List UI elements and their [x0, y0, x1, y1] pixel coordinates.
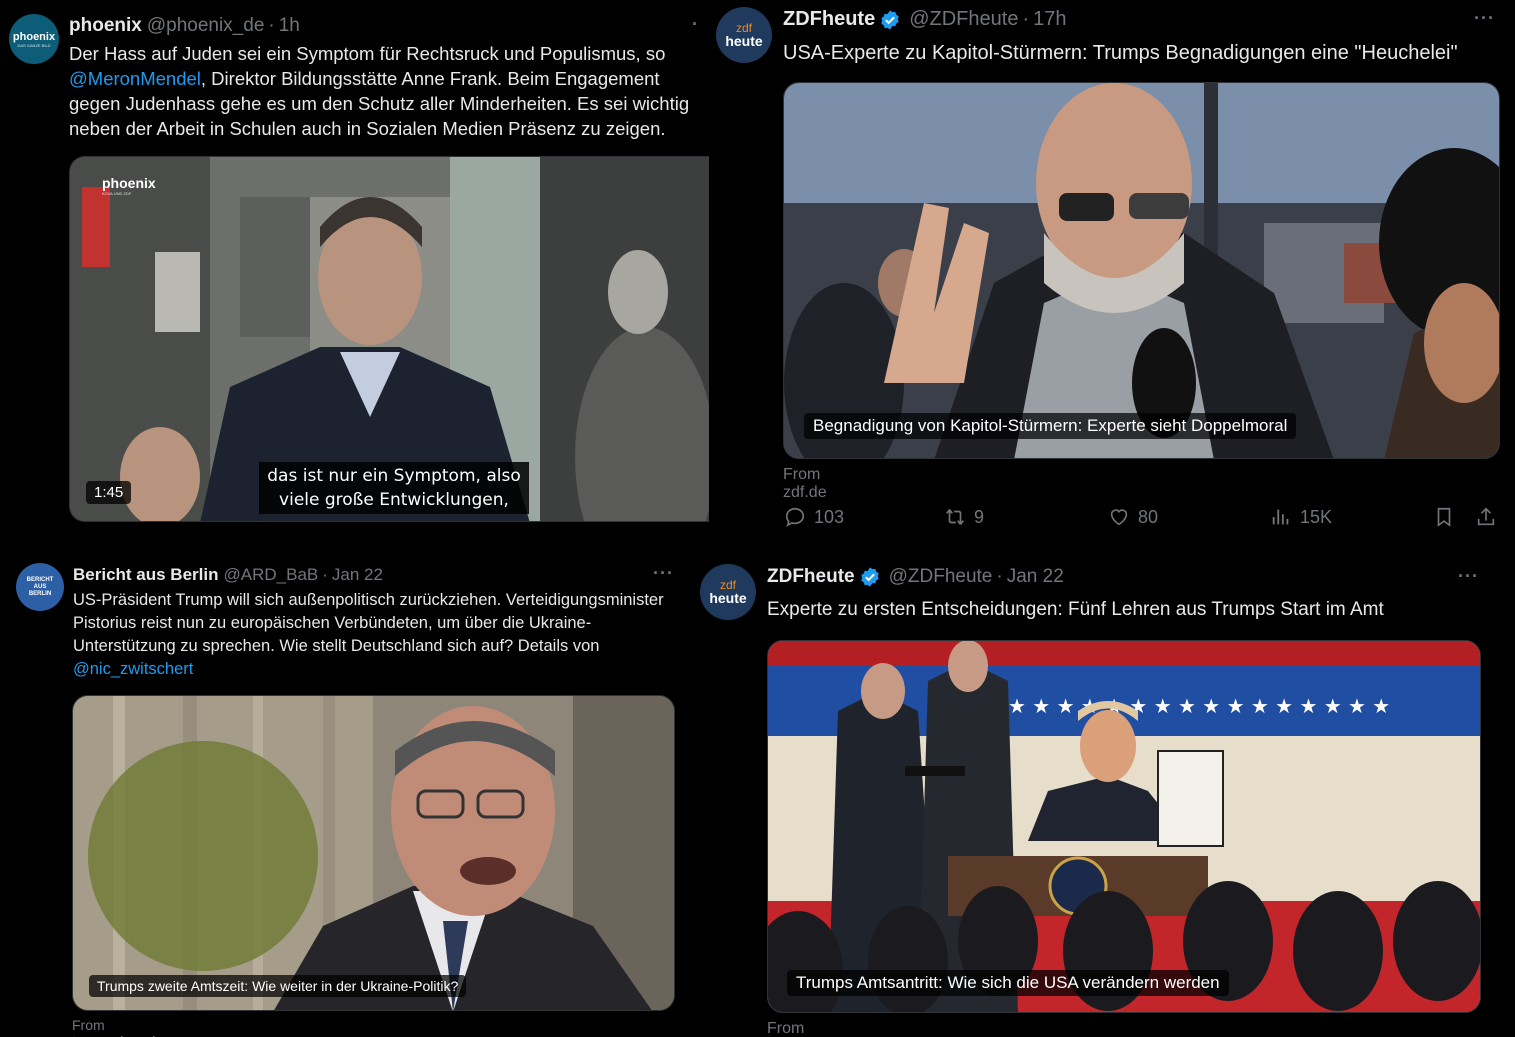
share-icon [1477, 507, 1495, 526]
tweet-text: Der Hass auf Juden sei ein Symptom für R… [69, 43, 690, 139]
tweet-text: USA-Experte zu Kapitol-Stürmern: Trumps … [783, 42, 1458, 64]
tweet-text: US-Präsident Trump will sich außenpoliti… [73, 591, 664, 678]
avatar[interactable]: phoenix DAS GANZE BILD [9, 14, 59, 64]
video-subtitle: das ist nur ein Symptom, also viele groß… [259, 462, 529, 514]
avatar[interactable]: zdf heute [716, 7, 772, 63]
card-source[interactable]: From zdf.de [767, 1020, 811, 1037]
handle[interactable]: @ZDFheute [889, 566, 993, 588]
tweet-header: ZDFheute @ZDFheute · Jan 22 [767, 566, 1064, 588]
card-source[interactable]: From tagesschau.de [72, 1017, 163, 1037]
share-button[interactable] [1475, 506, 1497, 528]
mention-link[interactable]: @MeronMendel [69, 68, 201, 89]
like-icon [1110, 509, 1128, 526]
handle[interactable]: @phoenix_de [147, 15, 265, 37]
timestamp[interactable]: 17h [1033, 8, 1066, 31]
more-icon[interactable]: ··· [653, 563, 674, 584]
display-name[interactable]: ZDFheute [783, 8, 875, 31]
mention-link[interactable]: @nic_zwitschert [73, 660, 193, 678]
repost-icon [946, 509, 964, 525]
display-name[interactable]: phoenix [69, 15, 142, 37]
tweet-header: Bericht aus Berlin @ARD_BaB · Jan 22 [73, 565, 383, 585]
video-duration: 1:45 [86, 481, 132, 504]
reply-button[interactable]: 103 [784, 506, 844, 528]
separator-dot: · [322, 565, 328, 584]
reply-icon [785, 507, 805, 527]
svg-text:★ ★ ★ ★ ★ ★ ★ ★ ★ ★ ★ ★ ★ ★ ★: ★ ★ ★ ★ ★ ★ ★ ★ ★ ★ ★ ★ ★ ★ ★ ★ [1008, 694, 1390, 718]
tweet-text: Experte zu ersten Entscheidungen: Fünf L… [767, 599, 1384, 620]
tweet-header: phoenix @phoenix_de · 1h [69, 15, 300, 37]
verified-icon [859, 566, 881, 588]
link-card[interactable]: Begnadigung von Kapitol-Stürmern: Expert… [783, 82, 1500, 459]
repost-button[interactable]: 9 [944, 506, 984, 528]
link-card[interactable]: ★ ★ ★ ★ ★ ★ ★ ★ ★ ★ ★ ★ ★ ★ ★ ★ Trumps A… [767, 640, 1481, 1013]
card-caption: Trumps zweite Amtszeit: Wie weiter in de… [89, 975, 467, 997]
display-name[interactable]: Bericht aus Berlin [73, 565, 219, 585]
avatar[interactable]: zdf heute [700, 564, 756, 620]
separator-dot: · [1022, 8, 1030, 30]
bookmark-icon [1437, 507, 1451, 527]
verified-icon [879, 9, 901, 31]
bookmark-button[interactable] [1433, 506, 1455, 528]
handle[interactable]: @ARD_BaB [224, 565, 319, 585]
timestamp[interactable]: Jan 22 [1007, 566, 1064, 588]
separator-dot: · [996, 566, 1003, 587]
like-button[interactable]: 80 [1108, 506, 1158, 528]
timestamp[interactable]: Jan 22 [332, 565, 383, 585]
channel-logo: phoenix KOVA UND ZDF [102, 175, 156, 196]
card-source[interactable]: From zdf.de [783, 466, 827, 502]
card-caption: Begnadigung von Kapitol-Stürmern: Expert… [804, 413, 1297, 439]
video-player[interactable]: phoenix KOVA UND ZDF das ist nur ein Sym… [69, 156, 709, 522]
more-icon[interactable]: ··· [1474, 8, 1495, 29]
card-image: ★ ★ ★ ★ ★ ★ ★ ★ ★ ★ ★ ★ ★ ★ ★ ★ [768, 641, 1480, 1012]
handle[interactable]: @ZDFheute [909, 8, 1018, 31]
more-icon[interactable]: · [692, 14, 699, 35]
avatar[interactable]: BERICHT AUS BERLIN [16, 563, 64, 611]
link-card[interactable]: Trumps zweite Amtszeit: Wie weiter in de… [72, 695, 675, 1011]
card-image [784, 83, 1499, 458]
more-icon[interactable]: ··· [1458, 566, 1479, 587]
card-caption: Trumps Amtsantritt: Wie sich die USA ver… [787, 970, 1229, 996]
tweet-header: ZDFheute @ZDFheute · 17h [783, 8, 1067, 31]
separator-dot: · [268, 15, 275, 36]
display-name[interactable]: ZDFheute [767, 566, 855, 588]
timestamp[interactable]: 1h [279, 15, 300, 37]
views-icon [1272, 509, 1289, 525]
views-button[interactable]: 15K [1270, 506, 1332, 528]
card-image [73, 696, 674, 1010]
